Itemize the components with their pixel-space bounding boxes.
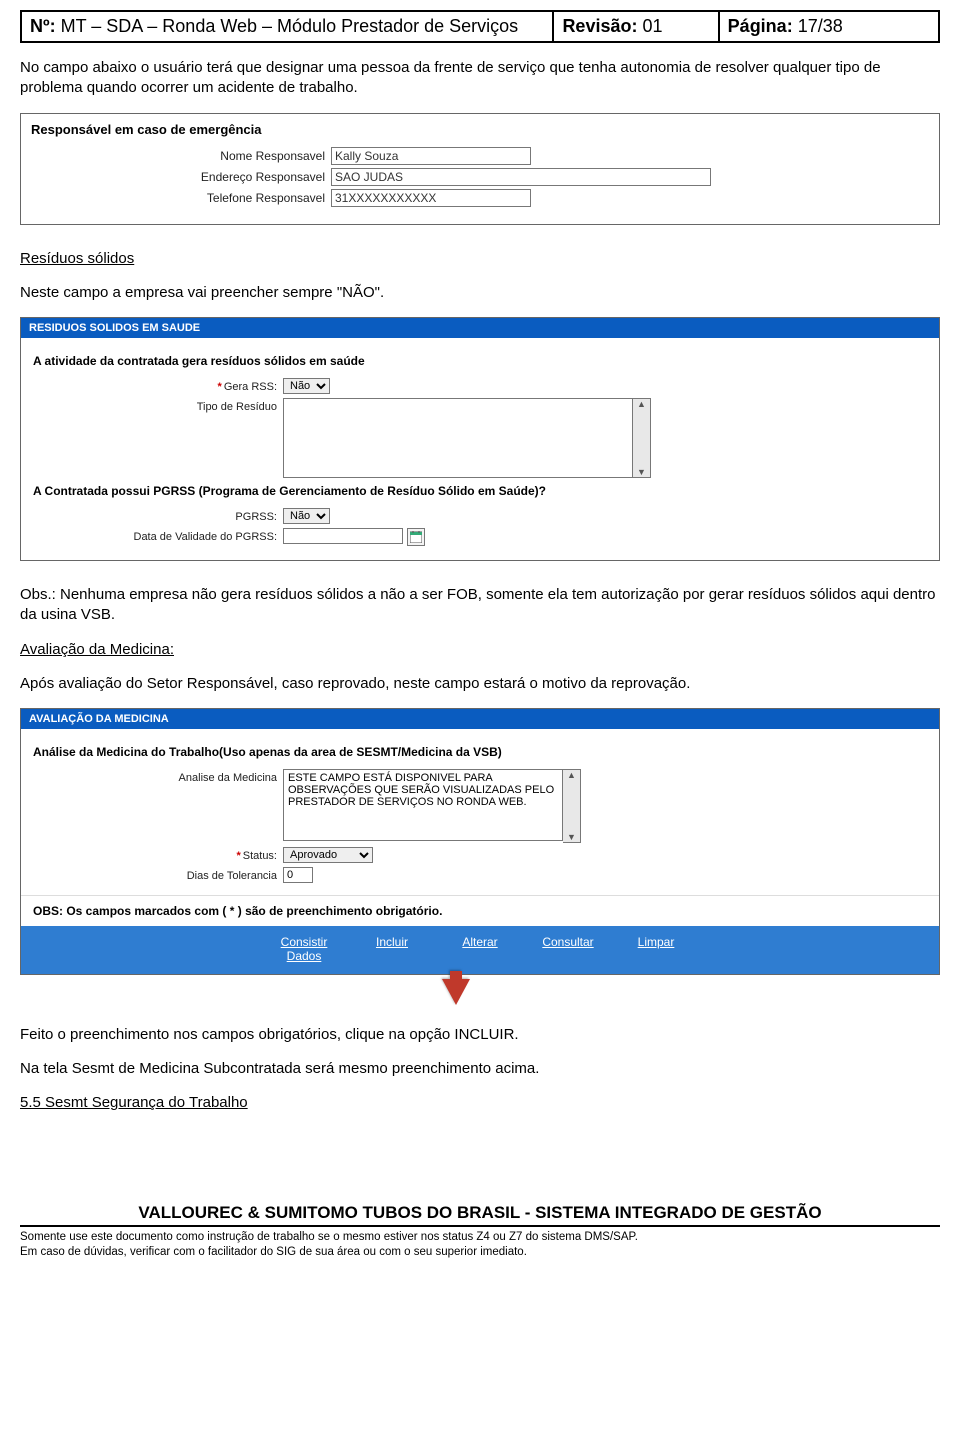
analise-row: Analise da Medicina ESTE CAMPO ESTÁ DISP… [33,769,927,843]
avaliacao-q1: Análise da Medicina do Trabalho(Uso apen… [33,745,927,759]
consistir-dados-button[interactable]: Consistir Dados [275,936,333,964]
tail-p2: Na tela Sesmt de Medicina Subcontratada … [20,1059,940,1079]
dias-row: Dias de Tolerancia [33,867,927,883]
avaliacao-bar: AVALIAÇÃO DA MEDICINA [21,709,939,729]
scroll-down-icon[interactable]: ▼ [567,832,576,842]
analise-textarea[interactable]: ESTE CAMPO ESTÁ DISPONIVEL PARA OBSERVAÇ… [283,769,563,841]
footer-line2: Em caso de dúvidas, verificar com o faci… [20,1245,940,1260]
status-row: *Status: Aprovado [33,847,927,863]
gera-rss-label: Gera RSS: [224,381,277,393]
scroll-down-icon[interactable]: ▼ [637,467,646,477]
obs-paragraph: Obs.: Nenhuma empresa não gera resíduos … [20,585,940,626]
gera-rss-select[interactable]: Não [283,378,330,394]
emergency-label-telefone: Telefone Responsavel [31,191,331,205]
data-validade-row: Data de Validade do PGRSS: [33,528,927,546]
avaliacao-intro: Após avaliação do Setor Responsável, cas… [20,674,940,694]
dias-input[interactable] [283,867,313,883]
residuos-q1: A atividade da contratada gera resíduos … [33,354,927,368]
tipo-residuo-label: Tipo de Resíduo [33,398,283,413]
status-select[interactable]: Aprovado [283,847,373,863]
header-left-value: MT – SDA – Ronda Web – Módulo Prestador … [61,16,519,36]
scroll-up-icon[interactable]: ▲ [637,399,646,409]
action-button-bar: Consistir Dados Incluir Alterar Consulta… [21,926,939,974]
emergency-input-endereco[interactable] [331,168,711,186]
document-header: Nº: MT – SDA – Ronda Web – Módulo Presta… [20,10,940,43]
header-mid-value: 01 [643,16,663,36]
consultar-button[interactable]: Consultar [539,936,597,964]
scrollbar[interactable]: ▲▼ [633,398,651,478]
residuos-q2: A Contratada possui PGRSS (Programa de G… [33,484,927,498]
emergency-row-telefone: Telefone Responsavel [31,189,929,207]
intro-paragraph: No campo abaixo o usuário terá que desig… [20,58,940,99]
analise-label: Analise da Medicina [33,769,283,784]
header-mid-label: Revisão: [562,16,637,36]
arrow-up-icon [442,979,470,1005]
tipo-residuo-textarea[interactable] [283,398,633,478]
pgrss-select[interactable]: Não [283,508,330,524]
dias-label: Dias de Tolerancia [33,867,283,882]
header-left-cell: Nº: MT – SDA – Ronda Web – Módulo Presta… [21,11,553,42]
emergency-panel: Responsável em caso de emergência Nome R… [20,113,940,225]
incluir-pointer [20,987,940,1011]
tail-p3: 5.5 Sesmt Segurança do Trabalho [20,1093,940,1113]
emergency-title: Responsável em caso de emergência [31,122,929,137]
required-asterisk-icon: * [218,381,222,393]
data-validade-input[interactable] [283,528,403,544]
alterar-button[interactable]: Alterar [451,936,509,964]
header-mid-cell: Revisão: 01 [553,11,718,42]
required-asterisk-icon: * [236,850,240,862]
incluir-button[interactable]: Incluir [363,936,421,964]
avaliacao-panel: AVALIAÇÃO DA MEDICINA Análise da Medicin… [20,708,940,975]
obs-required-bar: OBS: Os campos marcados com ( * ) são de… [21,895,939,926]
pgrss-label: PGRSS: [33,508,283,523]
residuos-heading: Resíduos sólidos [20,249,940,269]
header-right-cell: Página: 17/38 [719,11,939,42]
calendar-icon[interactable] [407,528,425,546]
tipo-residuo-row: Tipo de Resíduo ▲▼ [33,398,927,478]
document-footer: VALLOUREC & SUMITOMO TUBOS DO BRASIL - S… [20,1203,940,1260]
emergency-row-endereco: Endereço Responsavel [31,168,929,186]
residuos-bar: RESIDUOS SOLIDOS EM SAUDE [21,318,939,338]
status-label: Status: [243,850,277,862]
scroll-up-icon[interactable]: ▲ [567,770,576,780]
footer-line1: Somente use este documento como instruçã… [20,1230,940,1245]
tail-p1: Feito o preenchimento nos campos obrigat… [20,1025,940,1045]
limpar-button[interactable]: Limpar [627,936,685,964]
pgrss-row: PGRSS: Não [33,508,927,524]
emergency-input-telefone[interactable] [331,189,531,207]
header-right-label: Página: [728,16,793,36]
emergency-label-endereco: Endereço Responsavel [31,170,331,184]
footer-title: VALLOUREC & SUMITOMO TUBOS DO BRASIL - S… [20,1203,940,1227]
emergency-row-nome: Nome Responsavel [31,147,929,165]
emergency-input-nome[interactable] [331,147,531,165]
emergency-label-nome: Nome Responsavel [31,149,331,163]
scrollbar[interactable]: ▲▼ [563,769,581,843]
residuos-text: Neste campo a empresa vai preencher semp… [20,283,940,303]
residuos-panel: RESIDUOS SOLIDOS EM SAUDE A atividade da… [20,317,940,561]
header-right-value: 17/38 [798,16,843,36]
header-left-label: Nº: [30,16,56,36]
data-validade-label: Data de Validade do PGRSS: [33,528,283,543]
gera-rss-row: *Gera RSS: Não [33,378,927,394]
avaliacao-heading: Avaliação da Medicina: [20,640,940,660]
